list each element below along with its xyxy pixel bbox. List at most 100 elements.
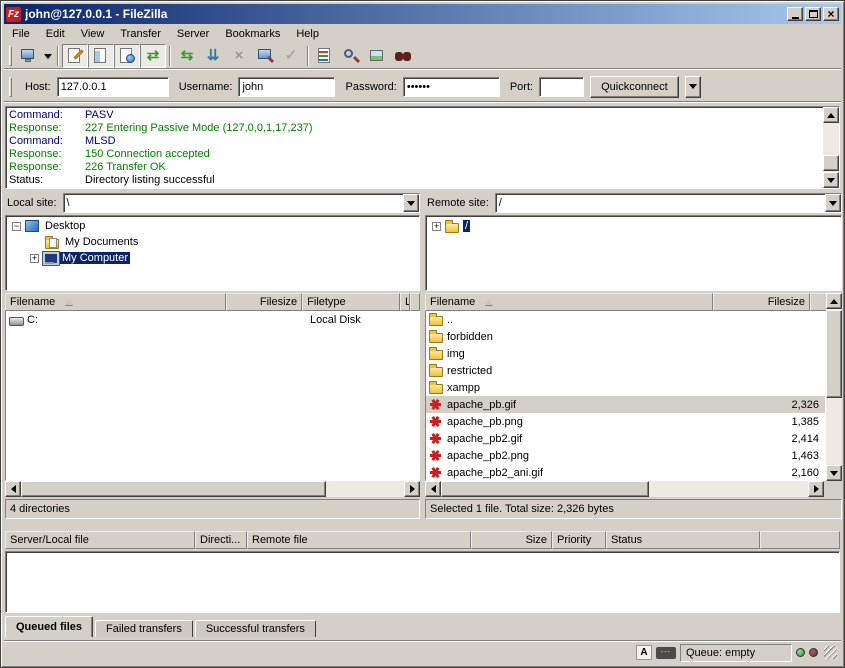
refresh-button[interactable]: ⇆ (174, 44, 200, 68)
tab-queued-files[interactable]: Queued files (5, 616, 93, 637)
column-header-filesize[interactable]: Filesize (713, 293, 810, 311)
column-header-filesize[interactable]: Filesize (226, 293, 302, 311)
file-name: xampp (447, 382, 730, 394)
column-header-size[interactable]: Size (471, 531, 552, 549)
find-button[interactable] (390, 44, 416, 68)
scroll-left-button[interactable] (425, 481, 441, 497)
log-line: Status:Directory listing successful (7, 174, 822, 187)
column-header-filename[interactable]: Filename (5, 293, 226, 311)
file-row[interactable]: forbidden (426, 328, 825, 345)
menu-edit[interactable]: Edit (38, 26, 73, 42)
site-manager-dropdown-button[interactable] (41, 44, 54, 68)
close-button[interactable]: × (823, 7, 839, 21)
quickconnect-bar: Host: Username: Password: Port: Quickcon… (4, 71, 841, 103)
remote-site-dropdown-button[interactable] (825, 194, 841, 212)
toggle-log-button[interactable] (62, 44, 88, 68)
quickconnect-button[interactable]: Quickconnect (590, 76, 679, 98)
scroll-thumb[interactable] (823, 155, 839, 171)
disconnect-button[interactable] (252, 44, 278, 68)
toggle-queue-icon: ⇄ (143, 46, 163, 66)
remote-tree-item[interactable]: +/ (426, 218, 841, 234)
toolbar-grip[interactable] (9, 46, 12, 66)
scroll-up-button[interactable] (823, 107, 839, 123)
minimize-icon (792, 17, 799, 19)
expand-icon[interactable]: + (432, 222, 441, 231)
scroll-thumb[interactable] (441, 481, 649, 497)
scroll-left-button[interactable] (5, 481, 21, 497)
scroll-thumb[interactable] (826, 310, 842, 398)
titlebar[interactable]: Fz john@127.0.0.1 - FileZilla × (4, 4, 841, 24)
minimize-button[interactable] (787, 7, 803, 21)
file-row[interactable]: .. (426, 311, 825, 328)
menu-help[interactable]: Help (288, 26, 327, 42)
scroll-right-button[interactable] (808, 481, 824, 497)
file-row[interactable]: apache_pb.gif2,326 (426, 396, 825, 413)
file-row[interactable]: apache_pb.png1,385 (426, 413, 825, 430)
file-row[interactable]: apache_pb2_ani.gif2,160 (426, 464, 825, 481)
column-header-filename[interactable]: Filename (425, 293, 713, 311)
speed-limits-icon[interactable]: ‑‑‑ (656, 647, 676, 659)
scroll-down-button[interactable] (823, 172, 839, 188)
column-header-status[interactable]: Status (606, 531, 760, 549)
log-vertical-scrollbar[interactable] (823, 107, 839, 188)
log-line-label: Response: (7, 122, 85, 135)
column-header-directi[interactable]: Directi... (195, 531, 247, 549)
file-row[interactable]: apache_pb2.gif2,414 (426, 430, 825, 447)
find-icon (393, 46, 413, 66)
menu-view[interactable]: View (73, 26, 113, 42)
column-header-remotefile[interactable]: Remote file (247, 531, 471, 549)
collapse-icon[interactable]: − (12, 222, 21, 231)
local-site-dropdown-button[interactable] (403, 194, 419, 212)
filter-button[interactable] (312, 44, 338, 68)
toggle-remote-tree-button[interactable] (114, 44, 140, 68)
port-input[interactable] (539, 77, 584, 97)
file-row[interactable]: xampp (426, 379, 825, 396)
expand-icon[interactable]: + (30, 254, 39, 263)
scroll-down-button[interactable] (826, 465, 842, 481)
log-line-label: Status: (7, 174, 85, 187)
username-input[interactable] (238, 77, 335, 97)
scroll-right-button[interactable] (404, 481, 420, 497)
quickconnect-grip[interactable] (9, 77, 12, 97)
file-row[interactable]: C:Local Disk (6, 311, 419, 328)
sync-browse-button[interactable] (364, 44, 390, 68)
data-type-ascii-icon[interactable]: A (636, 645, 652, 660)
my-computer-icon (43, 252, 56, 264)
column-header-l[interactable]: L (400, 293, 410, 311)
file-row[interactable]: img (426, 345, 825, 362)
process-queue-button[interactable]: ⇊ (200, 44, 226, 68)
scroll-thumb[interactable] (21, 481, 326, 497)
local-tree-item[interactable]: My Documents (6, 234, 419, 250)
menu-transfer[interactable]: Transfer (112, 26, 169, 42)
quickconnect-dropdown-button[interactable] (685, 76, 701, 98)
local-tree-item[interactable]: +My Computer (6, 250, 419, 266)
remote-site-combo[interactable]: / (495, 193, 842, 213)
remote-vertical-scrollbar[interactable] (826, 293, 842, 481)
compare-button[interactable] (338, 44, 364, 68)
column-header-filetype[interactable]: Filetype (302, 293, 400, 311)
password-input[interactable] (403, 77, 500, 97)
host-input[interactable] (57, 77, 169, 97)
resize-grip[interactable] (824, 646, 837, 659)
column-header-serverlocalfile[interactable]: Server/Local file (5, 531, 195, 549)
remote-tree-label: / (463, 220, 470, 232)
local-tree-item[interactable]: −Desktop (6, 218, 419, 234)
file-row[interactable]: apache_pb2.png1,463 (426, 447, 825, 464)
triangle-down-icon (827, 178, 835, 183)
tab-failed-transfers[interactable]: Failed transfers (95, 620, 193, 637)
menu-server[interactable]: Server (169, 26, 217, 42)
file-row[interactable]: restricted (426, 362, 825, 379)
toggle-queue-button[interactable]: ⇄ (140, 44, 166, 68)
local-site-combo[interactable]: \ (63, 193, 420, 213)
menu-bookmarks[interactable]: Bookmarks (217, 26, 288, 42)
host-label: Host: (25, 81, 51, 93)
menu-file[interactable]: File (4, 26, 38, 42)
scroll-up-button[interactable] (826, 293, 842, 309)
local-horizontal-scrollbar[interactable] (5, 481, 420, 497)
maximize-button[interactable] (805, 7, 821, 21)
toggle-local-tree-button[interactable] (88, 44, 114, 68)
tab-successful-transfers[interactable]: Successful transfers (195, 620, 316, 637)
remote-horizontal-scrollbar[interactable] (425, 481, 824, 497)
site-manager-button[interactable] (15, 44, 41, 68)
column-header-priority[interactable]: Priority (552, 531, 606, 549)
